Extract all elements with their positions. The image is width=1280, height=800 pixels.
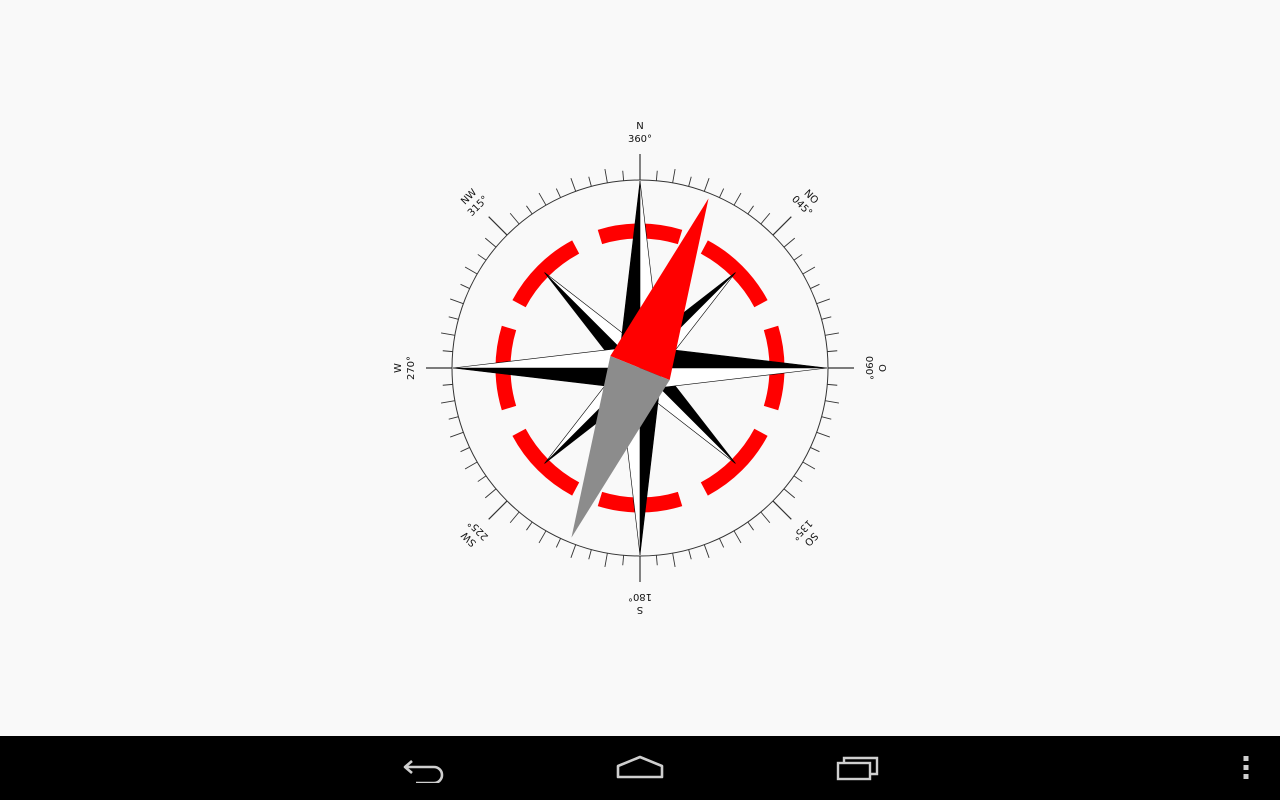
degree-tick: [555, 188, 561, 198]
degree-tick: [484, 237, 497, 248]
label-w-deg: 270°: [406, 356, 417, 380]
degree-tick: [442, 383, 453, 386]
degree-tick: [688, 549, 692, 560]
degree-tick: [588, 176, 592, 187]
degree-tick: [672, 168, 676, 183]
degree-tick: [825, 400, 840, 404]
compass-dial: N 360° NO 045° O 090° SO 135° S 180° SW …: [393, 121, 887, 615]
degree-tick: [484, 488, 497, 499]
degree-tick: [477, 475, 487, 482]
degree-tick: [526, 521, 533, 531]
degree-tick: [672, 553, 676, 568]
degree-tick: [450, 431, 464, 438]
overflow-menu-button[interactable]: [1220, 736, 1272, 800]
label-n: N: [636, 121, 643, 132]
degree-tick: [464, 461, 478, 470]
degree-tick: [509, 212, 520, 225]
degree-tick: [526, 205, 533, 215]
degree-tick: [477, 254, 487, 261]
degree-tick: [488, 216, 508, 236]
degree-tick: [442, 350, 453, 353]
degree-tick: [747, 205, 754, 215]
degree-tick: [440, 332, 455, 336]
degree-tick: [719, 538, 725, 548]
degree-tick: [793, 254, 803, 261]
degree-tick: [821, 316, 832, 320]
degree-tick: [772, 500, 792, 520]
recent-apps-icon: [836, 756, 879, 781]
degree-tick: [760, 511, 771, 524]
degree-tick: [555, 538, 561, 548]
degree-tick: [450, 298, 464, 305]
degree-tick: [570, 544, 577, 558]
degree-tick: [760, 212, 771, 225]
degree-tick: [448, 416, 459, 420]
degree-tick: [802, 461, 816, 470]
degree-tick: [825, 332, 840, 336]
degree-tick: [440, 400, 455, 404]
home-button[interactable]: [592, 736, 688, 800]
label-s-deg: 180°: [628, 591, 652, 602]
degree-tick: [538, 192, 547, 206]
degree-tick: [827, 383, 838, 386]
label-s: S: [637, 604, 643, 615]
compass-view: N 360° NO 045° O 090° SO 135° S 180° SW …: [0, 0, 1280, 736]
degree-tick: [733, 530, 742, 544]
degree-tick: [688, 176, 692, 187]
degree-tick: [460, 283, 470, 289]
degree-tick: [747, 521, 754, 531]
degree-tick: [570, 178, 577, 192]
degree-tick: [802, 266, 816, 275]
degree-tick: [448, 316, 459, 320]
degree-tick: [816, 431, 830, 438]
label-e-deg: 090°: [863, 356, 874, 380]
home-icon: [616, 755, 664, 779]
label-w: W: [393, 363, 404, 373]
degree-tick: [816, 298, 830, 305]
degree-tick: [703, 544, 710, 558]
overflow-menu-icon: [1243, 756, 1249, 779]
degree-tick: [509, 511, 520, 524]
degree-tick: [783, 488, 796, 499]
degree-tick: [783, 237, 796, 248]
recent-apps-button[interactable]: [810, 736, 906, 800]
degree-tick: [733, 192, 742, 206]
label-e: O: [876, 364, 887, 372]
degree-tick: [772, 216, 792, 236]
degree-tick: [793, 475, 803, 482]
degree-tick: [719, 188, 725, 198]
degree-tick: [622, 555, 625, 566]
back-button[interactable]: [376, 736, 472, 800]
degree-tick: [827, 350, 838, 353]
degree-tick: [622, 170, 625, 181]
back-icon: [403, 760, 444, 783]
degree-tick: [588, 549, 592, 560]
degree-tick: [655, 170, 658, 181]
degree-tick: [604, 168, 608, 183]
degree-tick: [464, 266, 478, 275]
degree-tick: [655, 555, 658, 566]
degree-tick: [810, 283, 820, 289]
degree-tick: [604, 553, 608, 568]
degree-tick: [538, 530, 547, 544]
system-navigation-bar: [0, 736, 1280, 800]
label-n-deg: 360°: [628, 134, 652, 145]
degree-tick: [821, 416, 832, 420]
degree-tick: [703, 178, 710, 192]
degree-tick: [810, 447, 820, 453]
degree-tick: [488, 500, 508, 520]
degree-tick: [460, 447, 470, 453]
